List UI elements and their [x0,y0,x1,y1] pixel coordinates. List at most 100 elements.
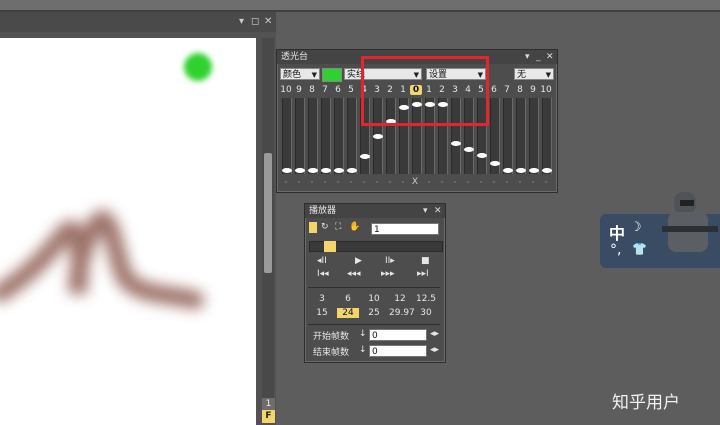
onion-frame-label: 10 [280,85,292,95]
onion-frame-dot: · [401,178,405,187]
onion-frame-dot: · [440,178,444,187]
onion-opacity-slider[interactable] [334,98,344,174]
scrollbar-thumb[interactable] [264,153,272,273]
onion-frame-dot: · [544,178,548,187]
rewind-button[interactable]: ◂◂◂ [347,269,361,279]
slider-knob[interactable] [347,168,357,173]
slider-knob[interactable] [451,141,461,146]
fps-option[interactable]: 3 [311,294,333,304]
blend-dropdown[interactable]: 无 ▼ [514,68,554,80]
onion-opacity-slider[interactable] [542,98,552,174]
onion-opacity-slider[interactable] [516,98,526,174]
fullscreen-icon[interactable]: ⛶ [335,222,341,232]
frame-input[interactable]: 1 [371,223,439,235]
onion-frame-dot: · [531,178,535,187]
moon-icon[interactable]: ☽ [630,220,642,235]
start-frame-field[interactable]: 0 [369,329,427,341]
fps-option[interactable]: 12 [389,294,411,304]
fps-option[interactable]: 6 [337,294,359,304]
onion-frame-label: 7 [322,85,328,95]
slider-knob[interactable] [464,147,474,152]
end-frame-field[interactable]: 0 [369,345,427,357]
soldier-mascot-icon [662,192,718,252]
fps-option[interactable]: 15 [311,308,333,318]
end-frame-stepper-icon[interactable]: ◂▸ [430,345,439,355]
onion-frame-label: 7 [504,85,510,95]
fps-option[interactable]: 25 [363,308,385,318]
fps-option[interactable]: 29.97 [389,308,415,318]
start-frame-stepper-icon[interactable]: ◂▸ [430,329,439,339]
slider-knob[interactable] [282,168,292,173]
fps-option[interactable]: 10 [363,294,385,304]
onion-frame-dot: · [479,178,483,187]
onion-opacity-slider[interactable] [529,98,539,174]
highlight-annotation-box [361,56,489,126]
stop-button[interactable]: ■ [421,256,430,266]
playback-timeline[interactable] [309,241,443,252]
onion-color-swatch[interactable] [322,68,342,82]
slider-knob[interactable] [503,168,513,173]
onion-opacity-slider[interactable] [503,98,513,174]
slider-knob[interactable] [360,154,370,159]
slider-knob[interactable] [477,153,487,158]
frame-flag-badge[interactable]: F [262,410,275,423]
watermark-text: 知乎用户 [612,393,680,413]
panel-close-icon[interactable]: ✕ [264,16,272,27]
slider-knob[interactable] [295,168,305,173]
onion-opacity-slider[interactable] [295,98,305,174]
player-panel: 播放器 ▾ ✕ ↻ ⛶ ✋ 1 ◂II ▶ II▸ ■ I◂◂ ◂◂◂ ▸▸▸ … [304,203,446,363]
panel-menu-icon[interactable]: ▾ [525,50,530,64]
onion-frame-dot: · [466,178,470,187]
fps-option[interactable]: 12.5 [415,294,437,304]
slider-knob[interactable] [334,168,344,173]
first-frame-button[interactable]: I◂◂ [317,269,329,279]
ime-toolbar[interactable]: 中 ☽ °, 👕 [600,192,720,268]
close-icon[interactable]: ✕ [434,204,442,218]
play-button[interactable]: ▶ [355,256,362,266]
frame-number-label: 1 [262,398,275,410]
onion-frame-dot: · [375,178,379,187]
onion-opacity-slider[interactable] [347,98,357,174]
onion-frame-label: 9 [530,85,536,95]
skin-shirt-icon[interactable]: 👕 [632,242,647,256]
slider-knob[interactable] [529,168,539,173]
onion-opacity-slider[interactable] [308,98,318,174]
step-back-button[interactable]: ◂II [317,256,327,266]
panel-float-icon[interactable]: ◻ [251,16,259,27]
timeline-thumb[interactable] [324,241,336,252]
slider-knob[interactable] [542,168,552,173]
punctuation-toggle[interactable]: °, [610,242,621,258]
ime-language-toggle[interactable]: 中 [609,220,625,244]
last-frame-button[interactable]: ▸▸I [417,269,429,279]
close-icon[interactable]: ✕ [546,50,554,64]
end-frame-label: 结束帧数 [313,348,350,358]
sound-toggle-icon[interactable] [309,222,317,233]
onion-opacity-slider[interactable] [321,98,331,174]
onion-toggle-icon[interactable]: ✋ [349,222,360,232]
slider-knob[interactable] [308,168,318,173]
drawing-canvas[interactable] [0,38,256,425]
color-mode-dropdown[interactable]: 颜色 ▼ [280,68,320,80]
onion-opacity-slider[interactable] [282,98,292,174]
panel-menu-icon[interactable]: ▾ [423,204,428,218]
fast-forward-button[interactable]: ▸▸▸ [381,269,395,279]
slider-knob[interactable] [373,134,383,139]
canvas-titlebar: ▾ ◻ ✕ [0,12,276,32]
slider-knob[interactable] [516,168,526,173]
minimize-icon[interactable]: _ [536,50,541,64]
onion-frame-dot: · [336,178,340,187]
fps-option-selected[interactable]: 24 [337,308,359,318]
onion-opacity-slider[interactable] [490,98,500,174]
start-frame-set-icon[interactable]: ↓ [359,329,367,339]
slider-knob[interactable] [321,168,331,173]
loop-icon[interactable]: ↻ [321,222,329,232]
step-forward-button[interactable]: II▸ [385,256,395,266]
slider-knob[interactable] [490,161,500,166]
onion-frame-label: 6 [491,85,497,95]
fps-option[interactable]: 30 [415,308,437,318]
onion-frame-label: 8 [517,85,523,95]
separator [308,324,440,325]
vertical-scrollbar[interactable] [262,38,274,418]
panel-menu-icon[interactable]: ▾ [239,16,244,27]
end-frame-set-icon[interactable]: ↓ [359,345,367,355]
